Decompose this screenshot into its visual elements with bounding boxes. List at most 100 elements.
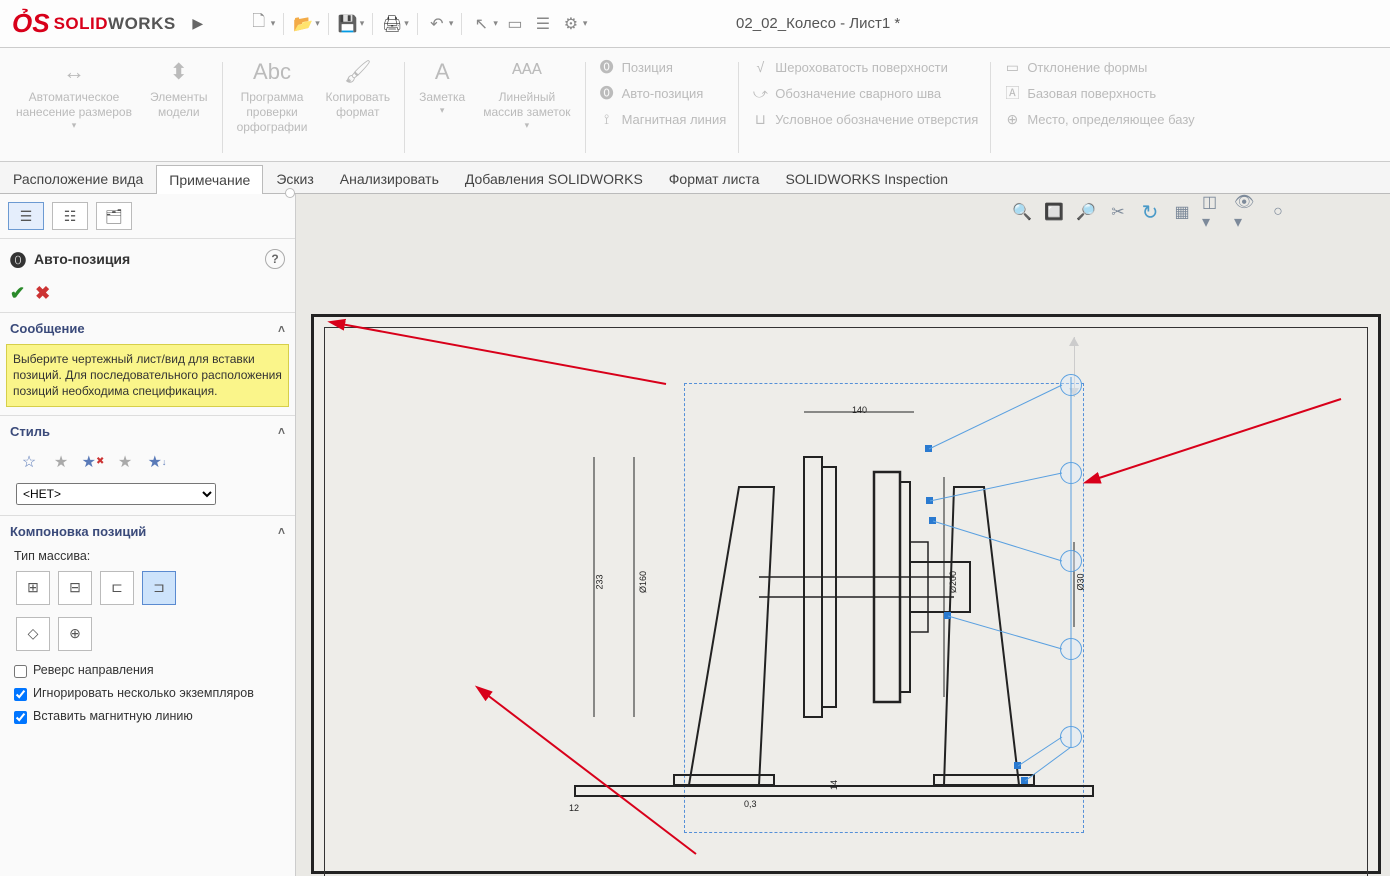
balloon-1[interactable] <box>1060 374 1082 396</box>
circle-icon[interactable]: ○ <box>1266 200 1290 224</box>
open-folder-icon: 📂 <box>292 13 314 35</box>
ribbon-datum-target[interactable]: ⊕Место, определяющее базу <box>1003 110 1194 128</box>
graphics-area[interactable]: 🔍 🔲 🔎 ✂ ↻ ▦ ◫ ▾ 👁 ▾ ○ <box>296 194 1390 876</box>
dim-d160: Ø160 <box>638 571 648 593</box>
ribbon-surface-finish[interactable]: √Шероховатость поверхности <box>751 58 978 76</box>
ignore-multiple-label: Игнорировать несколько экземпляров <box>33 686 254 700</box>
pattern-square[interactable]: ⊞ <box>16 571 50 605</box>
selection-handle[interactable] <box>1014 762 1021 769</box>
ribbon-note[interactable]: A Заметка ▾ <box>411 54 473 118</box>
datum-target-icon: ⊕ <box>1003 110 1021 128</box>
style-select[interactable]: <НЕТ> <box>16 483 216 505</box>
reverse-direction-label: Реверс направления <box>33 663 154 677</box>
balloon-3[interactable] <box>1060 550 1082 572</box>
window-icon: ▭ <box>504 13 526 35</box>
ribbon-auto-balloon[interactable]: ⓿Авто-позиция <box>598 84 727 102</box>
tab-evaluate[interactable]: Анализировать <box>327 164 452 193</box>
ribbon-model-elements[interactable]: ⬍ Элементы модели <box>142 54 216 122</box>
ribbon-magnetic-line[interactable]: ⟟Магнитная линия <box>598 110 727 128</box>
pattern-bottom[interactable]: ⊟ <box>58 571 92 605</box>
ribbon-hole-callout[interactable]: ⊔Условное обозначение отверстия <box>751 110 978 128</box>
chevron-up-icon[interactable]: ˄ <box>278 322 285 336</box>
tab-sketch[interactable]: Эскиз <box>263 164 326 193</box>
tab-annotation[interactable]: Примечание <box>156 165 263 194</box>
ribbon-auto-dimension[interactable]: ↔ Автоматическое нанесение размеров ▾ <box>8 54 140 133</box>
help-icon[interactable]: ? <box>265 249 285 269</box>
selection-handle[interactable] <box>926 497 933 504</box>
gear-icon: ⚙ <box>560 13 582 35</box>
reverse-direction-checkbox[interactable] <box>14 665 27 678</box>
qat-save[interactable]: 💾▾ <box>337 13 365 35</box>
qat-print[interactable]: 🖨▾ <box>381 13 409 35</box>
tab-sheet-format[interactable]: Формат листа <box>656 164 773 193</box>
tab-inspection[interactable]: SOLIDWORKS Inspection <box>772 164 961 193</box>
ribbon-balloon[interactable]: ⓿Позиция <box>598 58 727 76</box>
section-layout: Компоновка позиций ˄ Тип массива: ⊞ ⊟ ⊏ ⊐… <box>0 516 295 728</box>
qat-undo[interactable]: ↶▾ <box>426 13 454 35</box>
eye-icon[interactable]: 👁 ▾ <box>1234 200 1258 224</box>
zoom-selection-icon[interactable]: 🔎 <box>1074 200 1098 224</box>
logo-mark-icon: ỎS <box>12 8 50 39</box>
qat-new[interactable]: 🗋▾ <box>248 13 276 35</box>
logo-text-solid: SOLID <box>54 14 108 34</box>
ribbon: ↔ Автоматическое нанесение размеров ▾ ⬍ … <box>0 48 1390 162</box>
panel-tab-config[interactable]: 🗂 <box>96 202 132 230</box>
ignore-multiple-checkbox[interactable] <box>14 688 27 701</box>
style-apply-icon[interactable]: ☆ <box>16 449 42 475</box>
pattern-left[interactable]: ⊏ <box>100 571 134 605</box>
accept-button[interactable]: ✔ <box>10 283 25 304</box>
zoom-fit-icon[interactable]: 🔍 <box>1010 200 1034 224</box>
pattern-right[interactable]: ⊐ <box>142 571 176 605</box>
cursor-icon: ↖ <box>470 13 492 35</box>
section-layout-label: Компоновка позиций <box>10 524 146 539</box>
qat-settings[interactable]: ⚙▾ <box>560 13 588 35</box>
ribbon-datum-surface[interactable]: 🄰Базовая поверхность <box>1003 84 1194 102</box>
selection-handle[interactable] <box>1021 777 1028 784</box>
tab-view-layout[interactable]: Расположение вида <box>0 164 156 193</box>
selection-handle[interactable] <box>944 612 951 619</box>
cube-icon[interactable]: ◫ ▾ <box>1202 200 1226 224</box>
panel-title: Авто-позиция <box>34 251 130 267</box>
auto-balloon-icon: ⓿ <box>10 247 26 271</box>
balloon-4[interactable] <box>1060 638 1082 660</box>
insert-magnetic-row[interactable]: Вставить магнитную линию <box>0 705 295 728</box>
insert-magnetic-checkbox[interactable] <box>14 711 27 724</box>
qat-list[interactable]: ☰ <box>532 13 554 35</box>
rotate-icon[interactable]: ↻ <box>1138 200 1162 224</box>
section-icon[interactable]: ✂ <box>1106 200 1130 224</box>
selection-handle[interactable] <box>929 517 936 524</box>
cancel-button[interactable]: ✖ <box>35 283 50 304</box>
display-style-icon[interactable]: ▦ <box>1170 200 1194 224</box>
reverse-direction-row[interactable]: Реверс направления <box>0 659 295 682</box>
balloon-5[interactable] <box>1060 726 1082 748</box>
ribbon-weld-symbol[interactable]: ⤻Обозначение сварного шва <box>751 84 978 102</box>
ribbon-linear-note-pattern[interactable]: ᴬᴬᴬ Линейный массив заметок ▾ <box>475 54 578 133</box>
style-add-icon[interactable]: ★ <box>48 449 74 475</box>
chevron-up-icon[interactable]: ˄ <box>278 524 285 538</box>
panel-tab-property[interactable]: ☷ <box>52 202 88 230</box>
balloon-2[interactable] <box>1060 462 1082 484</box>
panel-tab-feature-tree[interactable]: ☰ <box>8 202 44 230</box>
selection-handle[interactable] <box>925 445 932 452</box>
quick-access-toolbar: 🗋▾ 📂▾ 💾▾ 🖨▾ ↶▾ ↖▾ ▭ ☰ ⚙▾ <box>248 13 588 35</box>
expand-menu-icon[interactable]: ▶ <box>188 9 208 39</box>
tab-addins[interactable]: Добавления SOLIDWORKS <box>452 164 656 193</box>
ignore-multiple-row[interactable]: Игнорировать несколько экземпляров <box>0 682 295 705</box>
ribbon-copy-format[interactable]: 🖌 Копировать формат <box>317 54 398 122</box>
qat-window[interactable]: ▭ <box>504 13 526 35</box>
pattern-cross[interactable]: ⊕ <box>58 617 92 651</box>
qat-select[interactable]: ↖▾ <box>470 13 498 35</box>
dim-12: 12 <box>569 803 579 813</box>
zoom-area-icon[interactable]: 🔲 <box>1042 200 1066 224</box>
ribbon-geom-tol[interactable]: ▭Отклонение формы <box>1003 58 1194 76</box>
style-delete-icon[interactable]: ★✖ <box>80 449 106 475</box>
ribbon-spell-check[interactable]: Abc Программа проверки орфографии <box>229 54 316 137</box>
qat-open[interactable]: 📂▾ <box>292 13 320 35</box>
pattern-type-label: Тип массива: <box>0 547 295 567</box>
message-box: Выберите чертежный лист/вид для вставки … <box>6 344 289 407</box>
view-toolbar: 🔍 🔲 🔎 ✂ ↻ ▦ ◫ ▾ 👁 ▾ ○ <box>1010 200 1290 224</box>
style-load-icon[interactable]: ★↓ <box>144 449 170 475</box>
pattern-circle[interactable]: ◇ <box>16 617 50 651</box>
chevron-up-icon[interactable]: ˄ <box>278 424 285 438</box>
style-save-icon[interactable]: ★ <box>112 449 138 475</box>
